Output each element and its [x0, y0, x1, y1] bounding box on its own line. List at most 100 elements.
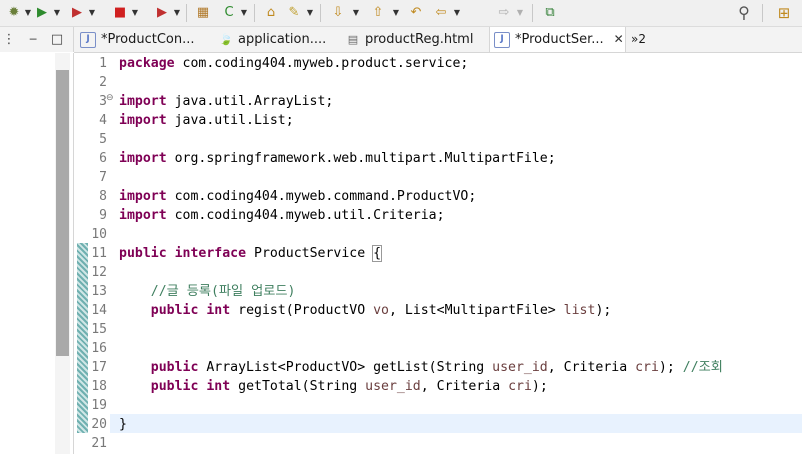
tab-product-service[interactable]: J *ProductSer... ✕: [489, 27, 626, 52]
line-number: 4: [99, 113, 107, 128]
code-line[interactable]: package com.coding404.myweb.product.serv…: [119, 54, 468, 73]
code-line[interactable]: import org.springframework.web.multipart…: [119, 149, 556, 168]
code-line[interactable]: }: [119, 415, 127, 434]
code-text: , Criteria: [420, 379, 509, 394]
open-type-icon[interactable]: ⌂: [261, 3, 281, 23]
next-annotation-icon[interactable]: ⇩: [328, 3, 348, 23]
tab-label: application....: [238, 32, 327, 47]
line-number: 11: [91, 246, 107, 261]
keyword: import: [119, 151, 167, 166]
chevron-down-icon[interactable]: ▼: [88, 3, 96, 23]
line-number: 1: [99, 56, 107, 71]
tab-product-reg-html[interactable]: ▤ productReg.html: [346, 27, 484, 52]
chevron-down-icon[interactable]: ▼: [453, 3, 461, 23]
code-line[interactable]: import java.util.List;: [119, 111, 294, 130]
parameter: cri: [635, 360, 659, 375]
change-indicator-bar: [77, 243, 88, 433]
parameter: cri: [508, 379, 532, 394]
chevron-down-icon[interactable]: ▼: [306, 3, 314, 23]
open-task-icon[interactable]: ✎: [284, 3, 304, 23]
previous-annotation-icon[interactable]: ⇧: [368, 3, 388, 23]
toolbar-separator: [254, 4, 255, 22]
keyword: import: [119, 113, 167, 128]
tab-product-controller[interactable]: J *ProductCon...: [80, 27, 210, 52]
chevron-down-icon[interactable]: ▼: [24, 3, 32, 23]
keyword: public: [150, 360, 199, 375]
keyword: package: [119, 56, 175, 71]
fold-toggle-icon[interactable]: ⊖: [106, 89, 115, 108]
close-icon[interactable]: ✕: [614, 27, 624, 52]
line-number: 16: [91, 341, 107, 356]
tab-application-properties[interactable]: 🍃 application....: [219, 27, 339, 52]
external-tools-icon[interactable]: ▶: [152, 3, 172, 23]
maximize-icon[interactable]: □: [50, 30, 64, 50]
matching-bracket: {: [372, 245, 383, 262]
perspective-icon[interactable]: ⊞: [774, 3, 794, 23]
code-line[interactable]: import com.coding404.myweb.command.Produ…: [119, 187, 476, 206]
code-text: com.coding404.myweb.product.service;: [174, 56, 469, 71]
chevron-down-icon[interactable]: ▼: [131, 3, 139, 23]
keyword: import: [119, 94, 167, 109]
chevron-down-icon: ▼: [516, 8, 524, 17]
line-number: 14: [91, 303, 107, 318]
chevron-down-icon[interactable]: ▼: [173, 3, 181, 23]
minimize-icon[interactable]: ─: [26, 30, 40, 50]
keyword: public: [150, 303, 199, 318]
code-line[interactable]: import com.coding404.myweb.util.Criteria…: [119, 206, 445, 225]
code-text: );: [658, 360, 683, 375]
line-number: 8: [99, 189, 107, 204]
line-number: 19: [91, 398, 107, 413]
code-text: ArrayList<ProductVO> getList(String: [198, 360, 493, 375]
code-text: , Criteria: [547, 360, 636, 375]
search-icon[interactable]: ⚲: [734, 3, 754, 23]
line-number: 7: [99, 170, 107, 185]
code-line[interactable]: //글 등록(파일 업로드): [119, 282, 296, 301]
code-line[interactable]: public int regist(ProductVO vo, List<Mul…: [119, 301, 612, 320]
back-icon[interactable]: ⇦: [431, 3, 451, 23]
chevron-down-icon[interactable]: ▼: [392, 3, 400, 23]
run-server-icon[interactable]: ▶: [67, 3, 87, 23]
code-text: , List<MultipartFile>: [389, 303, 564, 318]
code-text: ProductService: [246, 246, 374, 261]
keyword: int: [206, 303, 231, 318]
code-text: com.coding404.myweb.command.ProductVO;: [166, 189, 477, 204]
code-line[interactable]: import java.util.ArrayList;: [119, 92, 333, 111]
chevron-down-icon[interactable]: ▼: [240, 3, 248, 23]
stop-icon[interactable]: ■: [110, 3, 130, 23]
left-scrollbar-thumb[interactable]: [56, 70, 69, 356]
line-number: 20: [91, 417, 107, 432]
parameter: user_id: [492, 360, 548, 375]
new-class-icon[interactable]: C: [219, 3, 239, 23]
new-package-icon[interactable]: ▦: [193, 3, 213, 23]
parameter: vo: [373, 303, 389, 318]
code-text: org.springframework.web.multipart.Multip…: [166, 151, 556, 166]
line-number: 15: [91, 322, 107, 337]
java-file-icon: J: [80, 31, 96, 48]
comment: //글 등록(파일 업로드): [150, 284, 296, 299]
comment: //조회: [682, 360, 723, 375]
code-line[interactable]: public interface ProductService {: [119, 244, 383, 263]
line-number: 17: [91, 360, 107, 375]
line-number: 10: [91, 227, 107, 242]
line-number: 6: [99, 151, 107, 166]
chevron-down-icon[interactable]: ▼: [53, 3, 61, 23]
run-icon[interactable]: ▶: [32, 3, 52, 23]
chevron-down-icon[interactable]: ▼: [352, 3, 360, 23]
parameter: list: [563, 303, 596, 318]
debug-icon[interactable]: ✹: [4, 3, 24, 23]
pin-editor-icon[interactable]: ⧉: [540, 3, 560, 23]
toolbar-separator: [762, 4, 763, 22]
view-menu-icon[interactable]: ⋮: [2, 30, 16, 50]
line-number: 18: [91, 379, 107, 394]
keyword: int: [206, 379, 231, 394]
tab-overflow-button[interactable]: »2: [631, 27, 653, 52]
current-line-highlight: [110, 414, 802, 433]
closing-brace: }: [119, 417, 127, 432]
code-line[interactable]: public ArrayList<ProductVO> getList(Stri…: [119, 358, 723, 377]
forward-icon: ⇨: [498, 5, 510, 20]
code-text: );: [531, 379, 548, 394]
code-text: java.util.List;: [166, 113, 294, 128]
last-edit-icon[interactable]: ↶: [406, 3, 426, 23]
tab-label: productReg.html: [365, 32, 474, 47]
code-line[interactable]: public int getTotal(String user_id, Crit…: [119, 377, 548, 396]
